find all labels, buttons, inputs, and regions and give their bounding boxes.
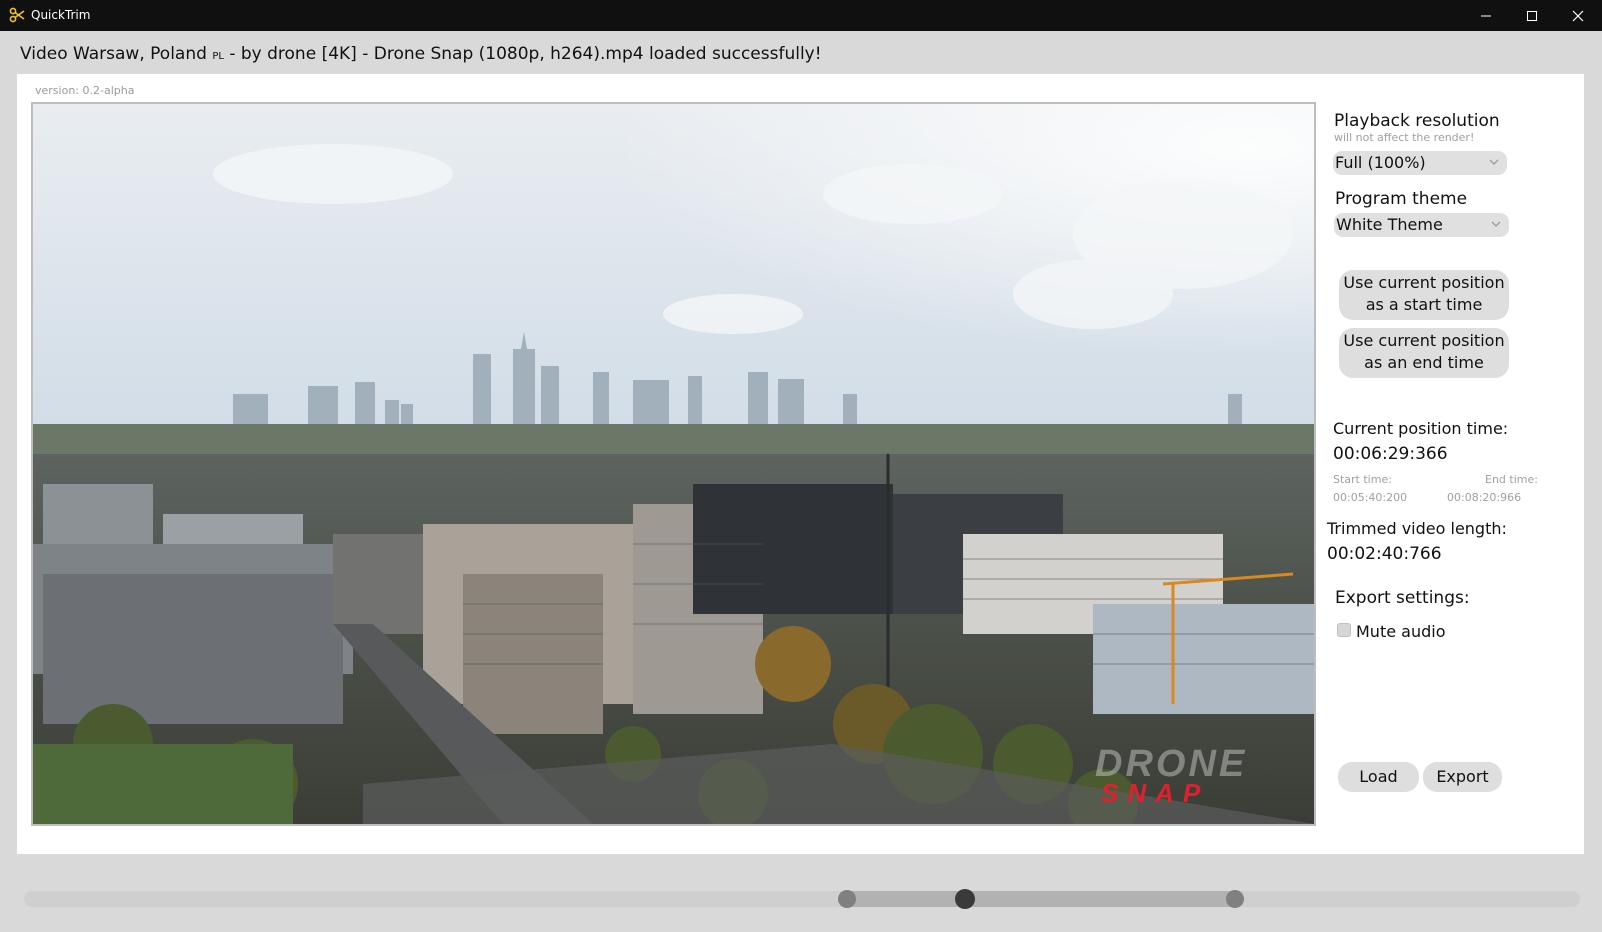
set-start-time-button[interactable]: Use current position as a start time — [1339, 270, 1509, 320]
flag-letters: PL — [212, 51, 224, 62]
trimmed-length-value: 00:02:40:766 — [1327, 544, 1442, 564]
current-position-value: 00:06:29:366 — [1333, 444, 1448, 464]
trimmed-length-title: Trimmed video length: — [1327, 519, 1507, 538]
chevron-down-icon — [1491, 221, 1501, 227]
trim-range — [847, 891, 1235, 907]
status-message: Video Warsaw, Poland PL - by drone [4K] … — [20, 44, 822, 64]
set-start-line1: Use current position — [1343, 273, 1505, 292]
timeline-track[interactable] — [24, 891, 1580, 907]
export-button[interactable]: Export — [1423, 762, 1502, 792]
app-title: QuickTrim — [31, 8, 91, 22]
current-position-title: Current position time: — [1333, 419, 1509, 438]
scissors-icon — [9, 7, 25, 23]
video-frame-image: DRONE SNAP — [33, 104, 1314, 824]
set-end-line1: Use current position — [1343, 331, 1505, 350]
program-theme-select[interactable]: White Theme — [1334, 213, 1509, 237]
playback-resolution-title: Playback resolution — [1334, 111, 1500, 131]
export-settings-title: Export settings: — [1335, 588, 1470, 608]
status-prefix: Video Warsaw, Poland — [20, 44, 213, 64]
minimize-button[interactable] — [1463, 0, 1509, 31]
mute-audio-checkbox[interactable] — [1337, 623, 1351, 637]
close-button[interactable] — [1555, 0, 1601, 31]
set-end-time-button[interactable]: Use current position as an end time — [1339, 328, 1509, 378]
trim-start-handle[interactable] — [838, 890, 857, 908]
end-time-label: End time: — [1485, 473, 1538, 486]
title-bar: QuickTrim — [0, 0, 1602, 31]
start-time-label: Start time: — [1333, 473, 1392, 486]
trim-end-handle[interactable] — [1225, 890, 1244, 908]
load-button[interactable]: Load — [1338, 762, 1419, 792]
playback-resolution-value: Full (100%) — [1335, 153, 1426, 172]
close-icon — [1572, 10, 1584, 21]
playback-resolution-hint: will not affect the render! — [1334, 131, 1475, 144]
start-time-value: 00:05:40:200 — [1333, 491, 1408, 504]
chevron-down-icon — [1489, 159, 1499, 165]
minimize-icon — [1481, 15, 1491, 16]
mute-audio-label[interactable]: Mute audio — [1356, 622, 1445, 641]
end-time-value: 00:08:20:966 — [1447, 491, 1522, 504]
set-start-line2: as a start time — [1365, 295, 1483, 314]
playback-resolution-select[interactable]: Full (100%) — [1333, 151, 1507, 175]
set-end-line2: as an end time — [1364, 353, 1484, 372]
program-theme-value: White Theme — [1336, 215, 1443, 234]
maximize-icon — [1527, 10, 1537, 21]
status-suffix: - by drone [4K] - Drone Snap (1080p, h26… — [223, 44, 822, 64]
video-preview[interactable]: DRONE SNAP — [31, 102, 1316, 826]
maximize-button[interactable] — [1509, 0, 1555, 31]
program-theme-title: Program theme — [1335, 189, 1468, 209]
svg-text:SNAP: SNAP — [1101, 778, 1209, 808]
version-label: version: 0.2-alpha — [35, 84, 135, 97]
